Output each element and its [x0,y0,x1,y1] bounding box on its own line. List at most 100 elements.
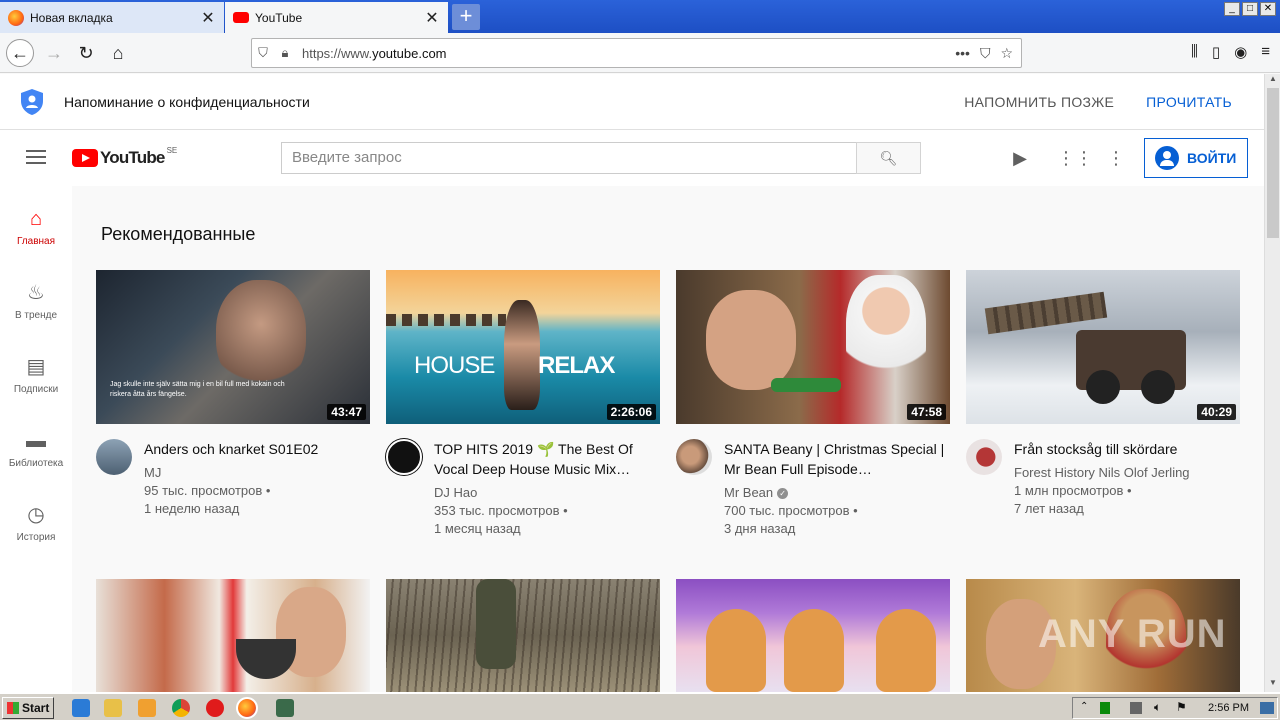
menu-icon[interactable]: ≡ [1261,43,1270,61]
chrome-icon[interactable] [172,699,190,717]
firefox-taskbar-icon[interactable] [236,697,258,719]
sidebar-item-subscriptions[interactable]: ▤ Подписки [0,354,72,395]
video-card[interactable] [676,579,950,692]
url-text: https://www.youtube.com [302,45,447,61]
upload-age: 1 неделю назад [144,501,240,516]
create-video-icon[interactable]: ▶ [1009,148,1031,169]
scroll-up-icon[interactable]: ▲ [1265,74,1280,88]
windows-logo-icon [7,702,19,714]
channel-name[interactable]: DJ Hao [434,484,660,502]
channel-avatar[interactable] [386,439,422,475]
channel-avatar[interactable] [966,439,1002,475]
search-button[interactable]: 🔍︎ [856,142,921,174]
video-title[interactable]: Anders och knarket S01E02 [144,439,370,459]
page-scrollbar[interactable]: ▲ ▼ [1264,74,1280,692]
subtitle-text: Jag skulle inte själv sätta mig i en bil… [110,381,285,398]
tab-new-tab[interactable]: Новая вкладка ✕ [0,2,224,33]
video-card[interactable]: 40:29 Från stocksåg till skördare Forest… [966,270,1240,518]
pocket-icon[interactable]: ⛉ [980,45,991,62]
maximize-button[interactable]: □ [1242,2,1258,16]
read-button[interactable]: ПРОЧИТАТЬ [1146,94,1232,110]
verified-icon: ✓ [777,488,789,500]
tab-close-icon[interactable]: ✕ [200,8,216,28]
youtube-favicon-icon [233,12,249,23]
video-card[interactable]: Jag skulle inte själv sätta mig i en bil… [96,270,370,518]
clock[interactable]: 2:56 PM [1208,702,1249,714]
video-title[interactable]: SANTA Beany | Christmas Special | Mr Bea… [724,439,950,479]
tray-security-icon[interactable] [1130,702,1142,714]
sidebar-item-home[interactable]: ⌂ Главная [0,206,72,247]
guide-menu-icon[interactable] [26,150,46,168]
view-count: 95 тыс. просмотров • [144,483,271,498]
privacy-shield-icon [21,88,43,115]
search-input[interactable]: Введите запрос [281,142,857,174]
sidebar-item-trending[interactable]: ♨ В тренде [0,280,72,321]
channel-name[interactable]: MJ [144,464,370,482]
minimize-button[interactable]: _ [1224,2,1240,16]
sidebar-item-history[interactable]: ◷ История [0,502,72,543]
account-icon[interactable]: ◉ [1234,43,1247,61]
settings-more-icon[interactable]: ⋮ [1105,148,1127,169]
window-controls: _ □ ✕ [1224,2,1276,16]
tray-expand-icon[interactable]: ⌃ [1080,701,1088,712]
reload-button[interactable]: ↻ [72,39,100,67]
new-tab-button[interactable]: + [452,4,480,30]
video-thumbnail[interactable]: 47:58 [676,270,950,424]
scrollbar-thumb[interactable] [1267,88,1279,238]
tracking-shield-icon[interactable]: ⛉ [252,45,274,61]
video-card[interactable]: 47:58 SANTA Beany | Christmas Special | … [676,270,950,538]
channel-name[interactable]: Forest History Nils Olof Jerling [1014,464,1240,482]
explorer-icon[interactable] [104,699,122,717]
channel-name[interactable]: Mr Bean ✓ [724,484,950,502]
youtube-logo[interactable]: YouTube SE [72,146,177,168]
sidebar-toggle-icon[interactable]: ▯ [1212,43,1220,61]
video-card[interactable] [386,579,660,692]
remind-later-button[interactable]: НАПОМНИТЬ ПОЗЖЕ [964,94,1114,110]
close-window-button[interactable]: ✕ [1260,2,1276,16]
video-card[interactable] [96,579,370,692]
view-count: 353 тыс. просмотров • [434,503,568,518]
browser-tab-bar: Новая вкладка ✕ YouTube ✕ + _ □ ✕ [0,0,1280,33]
terminal-icon[interactable] [276,699,294,717]
volume-icon[interactable]: 🔈︎ [1154,700,1161,715]
flag-icon[interactable]: ⚑ [1176,700,1187,714]
video-thumbnail[interactable] [676,579,950,692]
sign-in-button[interactable]: ВОЙТИ [1144,138,1248,178]
video-title[interactable]: Från stocksåg till skördare [1014,439,1240,459]
section-heading: Рекомендованные [101,224,256,244]
tray-network-icon[interactable] [1100,702,1110,714]
ie-icon[interactable] [72,699,90,717]
library-icon[interactable]: ⫼ [1191,43,1198,61]
bookmark-star-icon[interactable]: ☆ [1000,45,1013,62]
video-thumbnail[interactable]: 40:29 [966,270,1240,424]
video-card[interactable]: HOUSE RELAX 2:26:06 TOP HITS 2019 🌱 The … [386,270,660,538]
tab-close-icon[interactable]: ✕ [424,8,440,28]
apps-grid-icon[interactable]: ⋮⋮ [1057,148,1093,169]
show-desktop-icon[interactable] [1260,702,1274,714]
lock-icon[interactable]: 🔒︎ [274,45,296,61]
channel-avatar[interactable] [676,439,712,475]
video-thumbnail[interactable]: Jag skulle inte själv sätta mig i en bil… [96,270,370,424]
video-thumbnail[interactable] [96,579,370,692]
privacy-reminder-text: Напоминание о конфиденциальности [64,93,310,110]
opera-icon[interactable] [206,699,224,717]
channel-avatar[interactable] [96,439,132,475]
video-thumbnail[interactable] [386,579,660,692]
search-icon: 🔍︎ [879,150,898,166]
guide-sidebar: ⌂ Главная ♨ В тренде ▤ Подписки ▬ Библио… [0,186,72,692]
forward-button[interactable]: → [40,39,68,67]
back-button[interactable]: ← [6,39,34,67]
start-button[interactable]: Start [2,697,54,719]
upload-age: 3 дня назад [724,521,796,536]
url-bar[interactable]: ⛉ 🔒︎ https://www.youtube.com ••• ⛉ ☆ [251,38,1022,68]
page-actions-icon[interactable]: ••• [955,45,970,62]
video-thumbnail[interactable]: HOUSE RELAX 2:26:06 [386,270,660,424]
sidebar-item-library[interactable]: ▬ Библиотека [0,428,72,469]
home-button[interactable]: ⌂ [104,39,132,67]
thumbnail-overlay-text: HOUSE [414,352,495,379]
media-player-icon[interactable] [138,699,156,717]
video-title[interactable]: TOP HITS 2019 🌱 The Best Of Vocal Deep H… [434,439,660,479]
scroll-down-icon[interactable]: ▼ [1265,678,1280,692]
tab-youtube[interactable]: YouTube ✕ [225,2,448,33]
youtube-play-icon [72,149,98,167]
